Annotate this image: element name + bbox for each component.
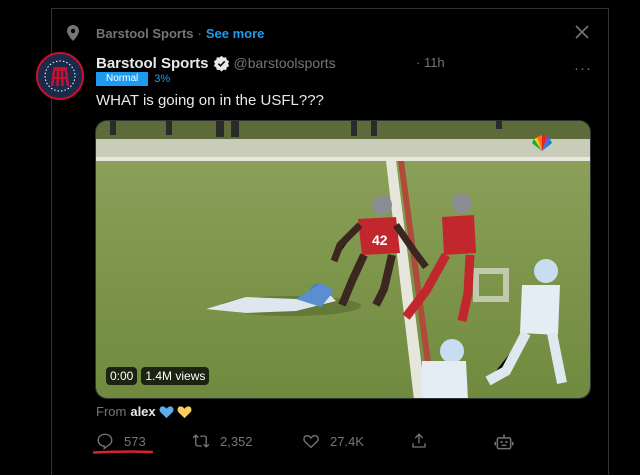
close-icon[interactable] [574,24,590,40]
verified-badge-icon [213,55,229,71]
action-bar: 573 2,352 27.4K [96,432,516,452]
display-name[interactable]: Barstool Sports [96,55,209,72]
video-overlay: 0:00 1.4M views [106,367,210,385]
yellow-heart-icon [177,405,192,418]
tweet-text: WHAT is going on in the USFL??? [96,92,324,109]
tag-percent: 3% [154,73,171,85]
bot-button[interactable] [494,432,524,452]
blue-heart-icon [159,405,174,418]
like-count: 27.4K [330,433,364,449]
attribution: From alex [96,404,192,419]
video-views: 1.4M views [141,367,210,385]
reply-icon [97,433,113,450]
retweet-button[interactable]: 2,352 [192,432,253,450]
red-underline-annotation [93,450,153,454]
normal-tag: Normal [96,72,149,86]
bot-icon [494,434,514,450]
share-icon [412,433,426,448]
more-options-icon[interactable]: ··· [574,60,592,77]
context-source[interactable]: Barstool Sports [96,26,194,41]
user-handle[interactable]: @barstoolsports [234,55,336,71]
location-pin-icon [67,25,79,41]
like-icon [303,435,319,449]
video-time: 0:00 [106,367,138,385]
retweet-count: 2,352 [220,433,253,449]
tweet-header: Barstool Sports @barstoolsports [96,53,336,73]
reply-button[interactable]: 573 [96,432,146,450]
reply-count: 573 [124,433,146,449]
video-player[interactable]: 42 [95,120,591,399]
context-bar: Barstool Sports · See more [66,24,264,42]
avatar[interactable] [36,52,84,100]
share-button[interactable] [410,432,438,450]
attribution-user[interactable]: alex [130,404,155,419]
retweet-icon [192,434,210,448]
jersey-number: 42 [372,232,388,248]
see-more-link[interactable]: See more [206,26,265,41]
video-frame: 42 [96,121,590,398]
attribution-prefix: From [96,404,127,419]
barstool-logo-icon [44,60,76,92]
context-separator: · [197,25,202,41]
like-button[interactable]: 27.4K [302,432,364,450]
tag-row: Normal 3% [96,72,170,86]
timestamp[interactable]: · 11h [416,55,445,70]
